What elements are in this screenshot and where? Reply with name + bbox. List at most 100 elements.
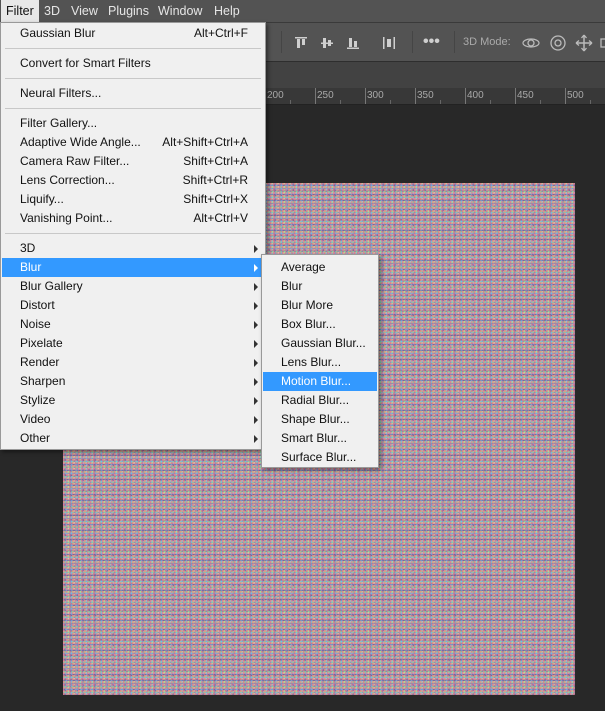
- ruler-tick: [515, 88, 516, 104]
- menu-separator: [5, 48, 261, 49]
- submenu-item-box-blur[interactable]: Box Blur...: [263, 315, 377, 334]
- menu-item-label: Noise: [20, 317, 51, 331]
- submenu-item-surface-blur[interactable]: Surface Blur...: [263, 448, 377, 467]
- menu-item-convert-smart-filters[interactable]: Convert for Smart Filters: [2, 54, 264, 73]
- menu-item-liquify[interactable]: Liquify... Shift+Ctrl+X: [2, 190, 264, 209]
- roll-3d-icon[interactable]: [549, 23, 567, 61]
- menu-item-other[interactable]: Other: [2, 429, 264, 448]
- menu-item-distort[interactable]: Distort: [2, 296, 264, 315]
- menu-item-label: Surface Blur...: [281, 450, 357, 464]
- submenu-arrow-icon: [254, 321, 258, 329]
- submenu-item-average[interactable]: Average: [263, 258, 377, 277]
- menu-item-vanishing-point[interactable]: Vanishing Point... Alt+Ctrl+V: [2, 209, 264, 228]
- ruler-minor-tick: [340, 100, 341, 104]
- menu-plugins[interactable]: Plugins: [103, 0, 154, 22]
- ruler-label: 500: [567, 90, 584, 101]
- menu-item-3d[interactable]: 3D: [2, 239, 264, 258]
- more-options-icon[interactable]: •••: [423, 23, 440, 61]
- menu-item-label: Convert for Smart Filters: [20, 56, 151, 70]
- ruler-minor-tick: [390, 100, 391, 104]
- menu-item-label: Pixelate: [20, 336, 63, 350]
- menu-item-label: Filter Gallery...: [20, 116, 98, 130]
- orbit-3d-icon[interactable]: [522, 23, 540, 61]
- menu-window[interactable]: Window: [153, 0, 207, 22]
- submenu-item-gaussian-blur[interactable]: Gaussian Blur...: [263, 334, 377, 353]
- menu-item-noise[interactable]: Noise: [2, 315, 264, 334]
- ruler-label: 200: [267, 90, 284, 101]
- submenu-arrow-icon: [254, 245, 258, 253]
- menu-filter[interactable]: Filter: [1, 0, 39, 22]
- ruler-label: 400: [467, 90, 484, 101]
- ruler-minor-tick: [540, 100, 541, 104]
- menu-item-shortcut: Alt+Ctrl+V: [193, 211, 248, 225]
- divider: [412, 31, 413, 53]
- divider: [281, 31, 282, 53]
- submenu-item-shape-blur[interactable]: Shape Blur...: [263, 410, 377, 429]
- align-bottom-icon[interactable]: [346, 23, 360, 61]
- menu-item-label: Liquify...: [20, 192, 64, 206]
- menu-item-adaptive-wide-angle[interactable]: Adaptive Wide Angle... Alt+Shift+Ctrl+A: [2, 133, 264, 152]
- menu-item-label: Blur: [20, 260, 42, 274]
- menu-item-neural-filters[interactable]: Neural Filters...: [2, 84, 264, 103]
- submenu-item-smart-blur[interactable]: Smart Blur...: [263, 429, 377, 448]
- menu-item-label: Stylize: [20, 393, 56, 407]
- submenu-arrow-icon: [254, 302, 258, 310]
- menu-item-stylize[interactable]: Stylize: [2, 391, 264, 410]
- submenu-arrow-icon: [254, 378, 258, 386]
- submenu-arrow-icon: [254, 397, 258, 405]
- ruler-label: 300: [367, 90, 384, 101]
- menu-item-blur-gallery[interactable]: Blur Gallery: [2, 277, 264, 296]
- menu-item-label: Other: [20, 431, 51, 445]
- menu-item-label: Video: [20, 412, 51, 426]
- camera-3d-icon[interactable]: [600, 23, 605, 61]
- menu-item-shortcut: Shift+Ctrl+X: [183, 192, 248, 206]
- menu-item-label: Blur More: [281, 298, 334, 312]
- menu-item-pixelate[interactable]: Pixelate: [2, 334, 264, 353]
- menu-item-camera-raw-filter[interactable]: Camera Raw Filter... Shift+Ctrl+A: [2, 152, 264, 171]
- ruler-minor-tick: [290, 100, 291, 104]
- submenu-item-radial-blur[interactable]: Radial Blur...: [263, 391, 377, 410]
- menu-item-label: Sharpen: [20, 374, 66, 388]
- ruler-tick: [315, 88, 316, 104]
- menu-item-label: Blur Gallery: [20, 279, 83, 293]
- menu-item-shortcut: Shift+Ctrl+R: [182, 173, 248, 187]
- menu-item-sharpen[interactable]: Sharpen: [2, 372, 264, 391]
- distribute-icon[interactable]: [382, 23, 396, 61]
- menu-separator: [5, 108, 261, 109]
- menu-item-label: Smart Blur...: [281, 431, 348, 445]
- ruler-minor-tick: [440, 100, 441, 104]
- submenu-item-blur-more[interactable]: Blur More: [263, 296, 377, 315]
- submenu-arrow-icon: [254, 416, 258, 424]
- menu-item-shortcut: Shift+Ctrl+A: [183, 154, 248, 168]
- menu-item-blur[interactable]: Blur: [2, 258, 264, 277]
- align-top-icon[interactable]: [294, 23, 308, 61]
- blur-submenu: Average Blur Blur More Box Blur... Gauss…: [261, 254, 379, 468]
- menu-item-label: Motion Blur...: [281, 374, 352, 388]
- menu-item-video[interactable]: Video: [2, 410, 264, 429]
- menu-help[interactable]: Help: [209, 0, 245, 22]
- submenu-item-motion-blur[interactable]: Motion Blur...: [263, 372, 377, 391]
- menu-item-label: Distort: [20, 298, 55, 312]
- submenu-item-blur[interactable]: Blur: [263, 277, 377, 296]
- submenu-item-lens-blur[interactable]: Lens Blur...: [263, 353, 377, 372]
- menu-item-label: Vanishing Point...: [20, 211, 113, 225]
- menu-3d[interactable]: 3D: [39, 0, 65, 22]
- menu-item-shortcut: Alt+Ctrl+F: [193, 26, 248, 40]
- ruler-tick: [465, 88, 466, 104]
- menu-item-lens-correction[interactable]: Lens Correction... Shift+Ctrl+R: [2, 171, 264, 190]
- menu-item-label: Box Blur...: [281, 317, 336, 331]
- menu-item-label: Lens Blur...: [281, 355, 342, 369]
- menu-item-label: 3D: [20, 241, 36, 255]
- menu-item-gaussian-blur-last[interactable]: Gaussian Blur Alt+Ctrl+F: [2, 24, 264, 43]
- pan-3d-icon[interactable]: [575, 23, 593, 61]
- submenu-arrow-icon: [254, 359, 258, 367]
- menu-item-label: Lens Correction...: [20, 173, 115, 187]
- menu-item-label: Radial Blur...: [281, 393, 350, 407]
- menu-item-filter-gallery[interactable]: Filter Gallery...: [2, 114, 264, 133]
- menu-view[interactable]: View: [66, 0, 103, 22]
- menu-separator: [5, 78, 261, 79]
- ruler-label: 350: [417, 90, 434, 101]
- divider: [454, 31, 455, 53]
- align-vertical-center-icon[interactable]: [320, 23, 334, 61]
- menu-item-render[interactable]: Render: [2, 353, 264, 372]
